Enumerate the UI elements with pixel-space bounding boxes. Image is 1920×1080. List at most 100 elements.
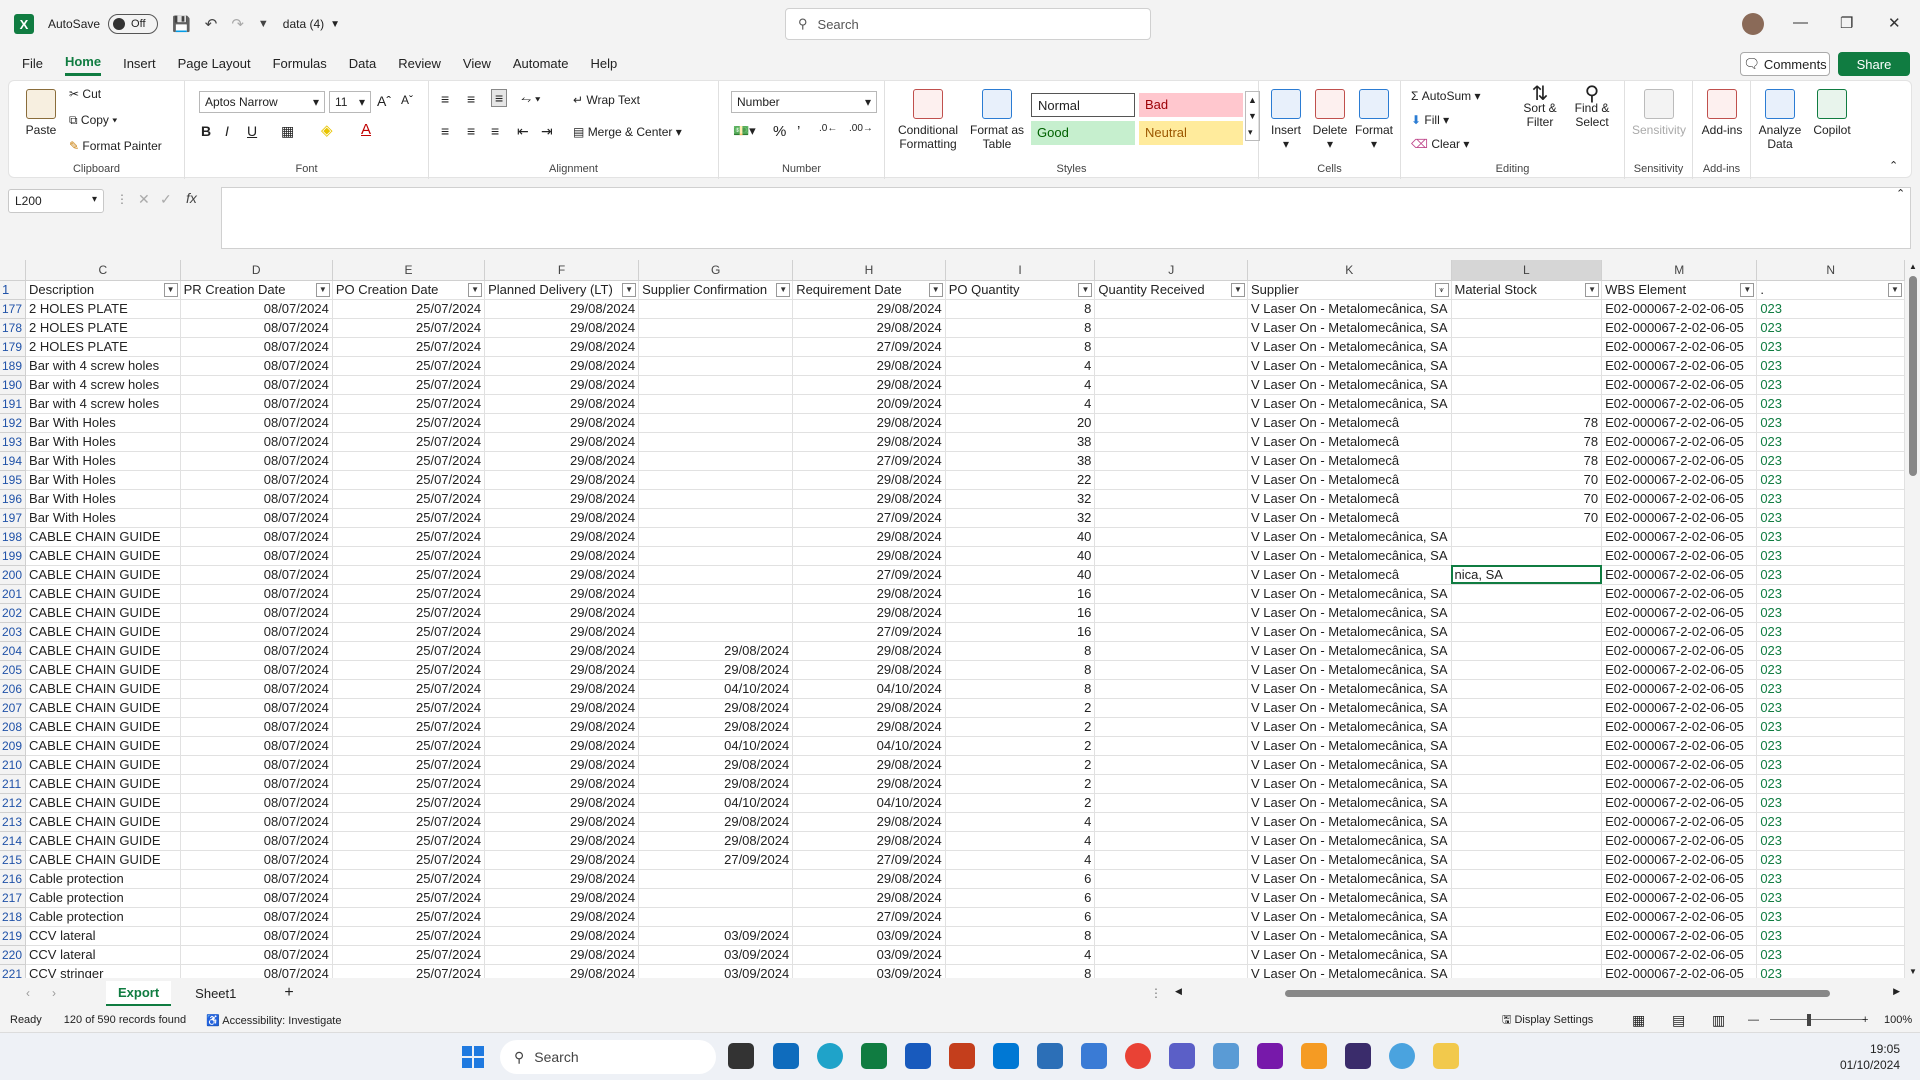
row-header[interactable]: 202 <box>0 603 27 623</box>
cell[interactable] <box>1094 717 1248 737</box>
cell[interactable]: 38 <box>945 451 1096 471</box>
cell[interactable]: 08/07/2024 <box>180 584 333 604</box>
row-header[interactable]: 213 <box>0 812 27 832</box>
word-icon[interactable] <box>905 1043 931 1069</box>
cell[interactable] <box>1451 660 1603 680</box>
tab-review[interactable]: Review <box>398 52 441 75</box>
sort-filter-button[interactable]: ⇅ Sort & Filter <box>1517 84 1563 129</box>
cell[interactable] <box>638 508 794 528</box>
cell[interactable]: 16 <box>945 584 1096 604</box>
cell[interactable]: V Laser On - Metalomecânica, SA <box>1247 603 1452 623</box>
cell[interactable] <box>1094 337 1248 357</box>
cell[interactable]: 70 <box>1451 489 1603 509</box>
header-cell[interactable]: Requirement Date ▼ <box>792 280 946 300</box>
cell[interactable]: 03/09/2024 <box>638 926 794 946</box>
cell[interactable]: 08/07/2024 <box>180 679 333 699</box>
cell[interactable]: V Laser On - Metalomecâ <box>1247 470 1452 490</box>
filter-dropdown-icon[interactable]: ▼ <box>928 282 943 297</box>
page-layout-view-icon[interactable]: ▤ <box>1672 1012 1685 1029</box>
cell[interactable]: Bar with 4 screw holes <box>25 394 181 414</box>
cell[interactable]: V Laser On - Metalomecânica, SA <box>1247 774 1452 794</box>
header-cell[interactable]: PO Quantity ▼ <box>945 280 1096 300</box>
row-header[interactable]: 212 <box>0 793 27 813</box>
cell[interactable]: 8 <box>945 299 1096 319</box>
header-cell[interactable]: Description ▼ <box>25 280 181 300</box>
display-settings-button[interactable]: 🖫 Display Settings <box>1502 1011 1593 1030</box>
customize-toolbar-icon[interactable]: ▼ <box>258 18 269 30</box>
cell[interactable]: V Laser On - Metalomecânica, SA <box>1247 527 1452 547</box>
row-header[interactable]: 198 <box>0 527 27 547</box>
header-cell[interactable]: PO Creation Date ▼ <box>332 280 486 300</box>
remote-desktop-icon[interactable] <box>993 1043 1019 1069</box>
increase-decimal-icon[interactable]: .0← <box>819 123 837 134</box>
cell[interactable] <box>1094 755 1248 775</box>
vertical-scrollbar[interactable]: ▲ ▼ <box>1906 260 1920 978</box>
cell[interactable]: 8 <box>945 679 1096 699</box>
cell[interactable]: 8 <box>945 318 1096 338</box>
cell[interactable]: 4 <box>945 945 1096 965</box>
cell[interactable]: 29/08/2024 <box>484 869 640 889</box>
cell[interactable]: CABLE CHAIN GUIDE <box>25 527 181 547</box>
cell[interactable]: 29/08/2024 <box>484 793 640 813</box>
cell[interactable]: E02-000067-2-02-06-05 <box>1601 584 1758 604</box>
style-normal[interactable]: Normal <box>1031 93 1135 117</box>
cell[interactable]: 023 <box>1756 546 1905 566</box>
cell[interactable]: 25/07/2024 <box>332 774 486 794</box>
cell[interactable]: 25/07/2024 <box>332 831 486 851</box>
cell[interactable]: 03/09/2024 <box>792 926 946 946</box>
cell[interactable] <box>1451 869 1603 889</box>
cell[interactable]: 38 <box>945 432 1096 452</box>
cell[interactable] <box>1094 774 1248 794</box>
cell[interactable]: 29/08/2024 <box>484 850 640 870</box>
cell[interactable]: 29/08/2024 <box>792 717 946 737</box>
cell[interactable]: 4 <box>945 394 1096 414</box>
filter-dropdown-icon[interactable]: ▼ <box>1740 282 1755 297</box>
cell[interactable] <box>1451 527 1603 547</box>
avatar[interactable] <box>1742 13 1764 35</box>
cell[interactable]: 8 <box>945 926 1096 946</box>
header-cell[interactable]: Supplier Confirmation ▼ <box>638 280 794 300</box>
cell[interactable]: 023 <box>1756 584 1905 604</box>
cell[interactable]: CABLE CHAIN GUIDE <box>25 698 181 718</box>
cell[interactable]: 08/07/2024 <box>180 508 333 528</box>
cell[interactable] <box>1451 831 1603 851</box>
cell[interactable]: 29/08/2024 <box>638 660 794 680</box>
cell[interactable]: V Laser On - Metalomecânica, SA <box>1247 812 1452 832</box>
comma-icon[interactable]: ’ <box>797 123 800 140</box>
cell[interactable]: 023 <box>1756 736 1905 756</box>
cell[interactable]: CABLE CHAIN GUIDE <box>25 584 181 604</box>
cell[interactable]: V Laser On - Metalomecânica, SA <box>1247 546 1452 566</box>
cell[interactable]: 29/08/2024 <box>484 413 640 433</box>
cell[interactable] <box>1451 641 1603 661</box>
cell[interactable]: V Laser On - Metalomecânica, SA <box>1247 755 1452 775</box>
row-header[interactable]: 207 <box>0 698 27 718</box>
cell[interactable]: 023 <box>1756 489 1905 509</box>
cell[interactable]: 08/07/2024 <box>180 394 333 414</box>
expand-formula-icon[interactable]: ⌃ <box>1896 187 1905 200</box>
row-header[interactable]: 203 <box>0 622 27 642</box>
cell[interactable]: 29/08/2024 <box>484 698 640 718</box>
row-header[interactable]: 205 <box>0 660 27 680</box>
cell[interactable]: 27/09/2024 <box>638 850 794 870</box>
cell[interactable]: CABLE CHAIN GUIDE <box>25 546 181 566</box>
bold-icon[interactable]: B <box>201 123 211 139</box>
style-good[interactable]: Good <box>1031 121 1135 145</box>
cell[interactable]: 04/10/2024 <box>792 793 946 813</box>
cell[interactable]: 8 <box>945 964 1096 978</box>
header-cell[interactable]: Quantity Received ▼ <box>1094 280 1248 300</box>
cell[interactable]: V Laser On - Metalomecânica, SA <box>1247 793 1452 813</box>
cell[interactable]: 29/08/2024 <box>484 470 640 490</box>
cell[interactable] <box>1451 375 1603 395</box>
cell[interactable] <box>1451 964 1603 978</box>
cell[interactable] <box>1094 679 1248 699</box>
cell[interactable] <box>638 413 794 433</box>
cell[interactable]: 023 <box>1756 869 1905 889</box>
cell[interactable] <box>1094 926 1248 946</box>
cell[interactable]: 08/07/2024 <box>180 736 333 756</box>
cell[interactable] <box>638 527 794 547</box>
cell[interactable]: 29/08/2024 <box>792 375 946 395</box>
cell[interactable] <box>638 394 794 414</box>
cell[interactable]: CABLE CHAIN GUIDE <box>25 793 181 813</box>
row-header[interactable]: 216 <box>0 869 27 889</box>
cell[interactable]: 20/09/2024 <box>792 394 946 414</box>
